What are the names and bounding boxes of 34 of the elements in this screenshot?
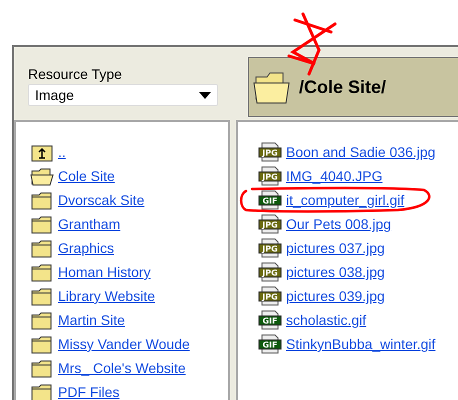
folder-link[interactable]: Homan History xyxy=(58,264,151,280)
file-link[interactable]: IMG_4040.JPG xyxy=(286,168,382,184)
caret-icon xyxy=(199,92,211,98)
field-label: Resource Type xyxy=(28,66,123,82)
folder-icon xyxy=(30,238,54,258)
open-folder-icon xyxy=(30,166,54,186)
folder-icon xyxy=(30,358,54,378)
folder-icon xyxy=(30,262,54,282)
file-link[interactable]: scholastic.gif xyxy=(286,312,366,328)
file-link[interactable]: Our Pets 008.jpg xyxy=(286,216,392,232)
file-link[interactable]: pictures 038.jpg xyxy=(286,264,385,280)
folder-link[interactable]: Grantham xyxy=(58,216,120,232)
file-link[interactable]: pictures 037.jpg xyxy=(286,240,385,256)
folder-link[interactable]: Martin Site xyxy=(58,312,125,328)
folder-icon xyxy=(30,286,54,306)
folder-link[interactable]: Cole Site xyxy=(58,168,115,184)
file-link[interactable]: StinkynBubba_winter.gif xyxy=(286,336,436,352)
folder-link[interactable]: Mrs_ Cole's Website xyxy=(58,360,186,376)
folder-icon xyxy=(30,214,54,234)
folder-path: /Cole Site/ xyxy=(299,76,386,98)
folder-link[interactable]: .. xyxy=(58,144,66,160)
folder-icon xyxy=(30,190,54,210)
folder-link[interactable]: Graphics xyxy=(58,240,114,256)
folder-icon xyxy=(30,382,54,400)
resource-type-dropdown[interactable]: Image xyxy=(28,84,218,106)
folder-link[interactable]: Dvorscak Site xyxy=(58,192,144,208)
folder-icon xyxy=(30,334,54,354)
folder-link[interactable]: Library Website xyxy=(58,288,156,304)
folder-icon xyxy=(30,310,54,330)
file-link[interactable]: Boon and Sadie 036.jpg xyxy=(286,144,436,160)
folder-link[interactable]: PDF Files xyxy=(58,384,120,400)
folder-link[interactable]: Missy Vander Woude xyxy=(58,336,190,352)
file-link[interactable]: pictures 039.jpg xyxy=(286,288,385,304)
file-link[interactable]: it_computer_girl.gif xyxy=(286,192,404,208)
